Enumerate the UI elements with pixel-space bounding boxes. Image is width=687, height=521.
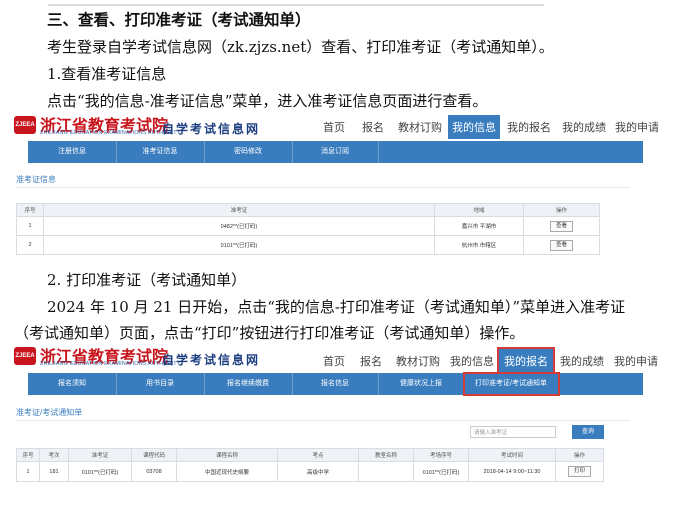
divider — [16, 187, 630, 188]
print-button[interactable]: 打印 — [567, 466, 591, 477]
subnav-password[interactable]: 密码修改 — [204, 141, 293, 163]
col-header: 操作 — [523, 203, 600, 217]
col-header: 序号 — [16, 203, 44, 217]
site-header: ZJEEA 浙江省教育考试院 ZHEJIANG EDUCATION EXAMIN… — [12, 113, 660, 141]
nav-my-scores[interactable]: 我的成绩 — [562, 119, 606, 135]
admission-table: 序号 准考证 地域 操作 1 0482**(已打码) 嘉兴市 平湖市 查看 2 … — [16, 203, 600, 255]
cell: 高级中学 — [277, 461, 359, 482]
col-header: 考次 — [39, 448, 69, 462]
view-button[interactable]: 查看 — [549, 239, 573, 251]
logo-icon: ZJEEA — [14, 347, 36, 365]
step2-title: 2. 打印准考证（考试通知单） — [47, 271, 247, 289]
col-header: 课程名称 — [176, 448, 278, 462]
subnav-registration-info[interactable]: 报名信息 — [292, 373, 379, 395]
cell: 杭州市 市辖区 — [434, 235, 524, 255]
col-header: 序号 — [16, 448, 40, 462]
section-title: 准考证/考试通知单 — [16, 408, 83, 417]
cell: 181 — [39, 461, 69, 482]
nav-my-scores[interactable]: 我的成绩 — [560, 353, 604, 369]
cell: 2 — [16, 235, 44, 255]
print-table: 序号 考次 准考证 课程代码 课程名称 考点 教室名称 考场序号 考试时间 操作… — [16, 448, 604, 482]
nav-books[interactable]: 教材订购 — [398, 119, 442, 135]
sub-navigation: 注册信息 准考证信息 密码修改 消息订阅 — [28, 141, 643, 163]
step2-text-line2: （考试通知单）页面，点击“打印”按钮进行打印准考证（考试通知单）操作。 — [14, 324, 525, 342]
intro-paragraph: 考生登录自学考试信息网（zk.zjzs.net）查看、打印准考证（考试通知单）。 — [47, 38, 554, 56]
subnav-continue-payment[interactable]: 报名继续缴费 — [204, 373, 293, 395]
cell: 1 — [16, 216, 44, 236]
admission-search-input[interactable]: 请输入准考证 — [470, 426, 556, 438]
subnav-subscribe[interactable]: 消息订阅 — [292, 141, 379, 163]
nav-register[interactable]: 报名 — [360, 353, 382, 369]
nav-home[interactable]: 首页 — [323, 353, 345, 369]
nav-register[interactable]: 报名 — [362, 119, 384, 135]
cell-action: 查看 — [523, 216, 600, 236]
step2-text-line1: 2024 年 10 月 21 日开始，点击“我的信息-打印准考证（考试通知单）”… — [47, 298, 626, 316]
col-header: 考点 — [277, 448, 359, 462]
sub-navigation: 报名须知 用书目录 报名继续缴费 报名信息 健康状况上报 打印准考证/考试通知单 — [28, 372, 643, 396]
col-header: 准考证 — [43, 203, 435, 217]
view-button[interactable]: 查看 — [549, 220, 573, 232]
nav-books[interactable]: 教材订购 — [396, 353, 440, 369]
col-header: 准考证 — [68, 448, 132, 462]
table-row: 1 0482**(已打码) 嘉兴市 平湖市 查看 — [16, 216, 600, 236]
col-header: 课程代码 — [131, 448, 177, 462]
nav-my-info[interactable]: 我的信息 — [450, 353, 494, 369]
subnav-books[interactable]: 用书目录 — [116, 373, 205, 395]
top-divider — [48, 4, 544, 6]
table-row: 2 0101**(已打码) 杭州市 市辖区 查看 — [16, 235, 600, 255]
brand-name-en: ZHEJIANG EDUCATION EXAMINATIONS AUTHORIT… — [40, 361, 181, 367]
step1-title: 1.查看准考证信息 — [47, 65, 167, 83]
nav-my-info[interactable]: 我的信息 — [448, 115, 500, 139]
nav-my-registration[interactable]: 我的报名 — [497, 347, 555, 375]
site-header: ZJEEA 浙江省教育考试院 ZHEJIANG EDUCATION EXAMIN… — [12, 344, 660, 375]
table-row: 1 181 0101**(已打码) 03708 中国近现代史纲要 高级中学 01… — [16, 461, 604, 482]
col-header: 考试时间 — [468, 448, 556, 462]
section-title: 准考证信息 — [16, 175, 56, 184]
screenshot-view-admission: ZJEEA 浙江省教育考试院 ZHEJIANG EDUCATION EXAMIN… — [12, 113, 660, 261]
nav-my-applications[interactable]: 我的申请 — [614, 353, 658, 369]
cell — [358, 461, 414, 482]
col-header: 教室名称 — [358, 448, 414, 462]
step1-text: 点击“我的信息-准考证信息”菜单，进入准考证信息页面进行查看。 — [47, 92, 488, 110]
site-title: 自学考试信息网 — [162, 122, 261, 136]
subnav-health-report[interactable]: 健康状况上报 — [378, 373, 465, 395]
site-title: 自学考试信息网 — [162, 353, 261, 367]
section-heading: 三、查看、打印准考证（考试通知单） — [47, 10, 311, 29]
cell: 中国近现代史纲要 — [176, 461, 278, 482]
col-header: 操作 — [555, 448, 604, 462]
col-header: 考场序号 — [413, 448, 469, 462]
subnav-admission-info[interactable]: 准考证信息 — [116, 141, 205, 163]
cell: 1 — [16, 461, 40, 482]
divider — [16, 420, 630, 421]
cell: 2018-04-14 9:00~11:30 — [468, 461, 556, 482]
logo-icon: ZJEEA — [14, 116, 36, 134]
cell-masked: 0482**(已打码) — [43, 216, 435, 236]
cell-action: 查看 — [523, 235, 600, 255]
screenshot-print-admission: ZJEEA 浙江省教育考试院 ZHEJIANG EDUCATION EXAMIN… — [12, 344, 660, 494]
nav-my-applications[interactable]: 我的申请 — [615, 119, 659, 135]
subnav-notice[interactable]: 报名须知 — [28, 373, 117, 395]
col-header: 地域 — [434, 203, 524, 217]
cell-masked: 0101**(已打码) — [43, 235, 435, 255]
search-button[interactable]: 查询 — [572, 425, 604, 439]
cell-action: 打印 — [555, 461, 604, 482]
cell: 03708 — [131, 461, 177, 482]
nav-my-registration[interactable]: 我的报名 — [507, 119, 551, 135]
subnav-print-admission[interactable]: 打印准考证/考试通知单 — [463, 372, 560, 396]
nav-home[interactable]: 首页 — [323, 119, 345, 135]
brand-name-en: ZHEJIANG EDUCATION EXAMINATIONS AUTHORIT… — [40, 130, 181, 136]
cell: 嘉兴市 平湖市 — [434, 216, 524, 236]
subnav-registration-info[interactable]: 注册信息 — [28, 141, 117, 163]
cell-masked: 0101**(已打码) — [68, 461, 132, 482]
cell-masked: 0101**(已打码) — [413, 461, 469, 482]
